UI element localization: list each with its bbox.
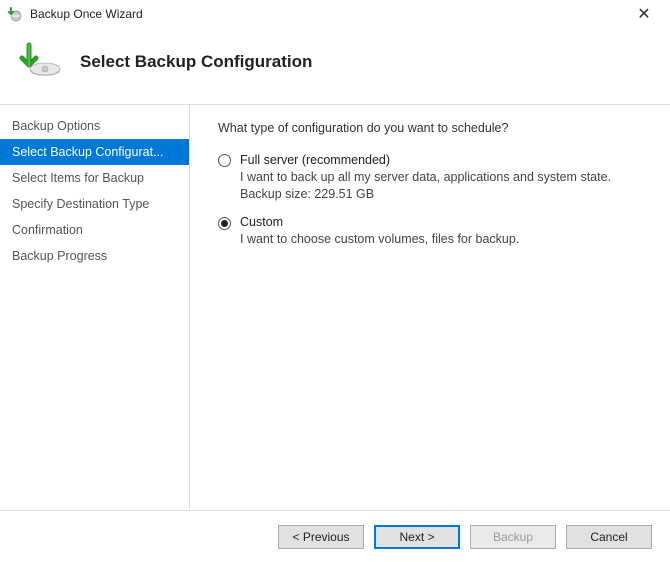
- page-title: Select Backup Configuration: [80, 52, 312, 72]
- wizard-nav: Backup Options Select Backup Configurat.…: [0, 105, 190, 510]
- option-full-server-size: Backup size: 229.51 GB: [240, 187, 646, 201]
- cancel-button[interactable]: Cancel: [566, 525, 652, 549]
- wizard-footer: < Previous Next > Backup Cancel: [0, 510, 670, 562]
- wizard-content: What type of configuration do you want t…: [190, 105, 670, 510]
- config-prompt: What type of configuration do you want t…: [218, 121, 646, 135]
- nav-backup-progress[interactable]: Backup Progress: [0, 243, 189, 269]
- next-button[interactable]: Next >: [374, 525, 460, 549]
- nav-select-items-for-backup[interactable]: Select Items for Backup: [0, 165, 189, 191]
- option-custom-desc: I want to choose custom volumes, files f…: [240, 232, 646, 246]
- wizard-header: Select Backup Configuration: [0, 28, 670, 105]
- close-button[interactable]: ✕: [624, 4, 664, 24]
- previous-button[interactable]: < Previous: [278, 525, 364, 549]
- option-full-server-desc: I want to back up all my server data, ap…: [240, 170, 646, 184]
- radio-custom[interactable]: [218, 217, 231, 230]
- backup-icon: [16, 38, 64, 86]
- option-custom: Custom I want to choose custom volumes, …: [218, 215, 646, 246]
- nav-select-backup-configuration[interactable]: Select Backup Configurat...: [0, 139, 189, 165]
- window-title: Backup Once Wizard: [30, 7, 624, 21]
- radio-full-server[interactable]: [218, 154, 231, 167]
- nav-backup-options[interactable]: Backup Options: [0, 113, 189, 139]
- nav-specify-destination-type[interactable]: Specify Destination Type: [0, 191, 189, 217]
- backup-button: Backup: [470, 525, 556, 549]
- wizard-body: Backup Options Select Backup Configurat.…: [0, 105, 670, 510]
- app-icon: [6, 5, 24, 23]
- titlebar: Backup Once Wizard ✕: [0, 0, 670, 28]
- nav-confirmation[interactable]: Confirmation: [0, 217, 189, 243]
- option-custom-label[interactable]: Custom: [240, 215, 646, 229]
- option-full-server-label[interactable]: Full server (recommended): [240, 153, 646, 167]
- option-full-server: Full server (recommended) I want to back…: [218, 153, 646, 201]
